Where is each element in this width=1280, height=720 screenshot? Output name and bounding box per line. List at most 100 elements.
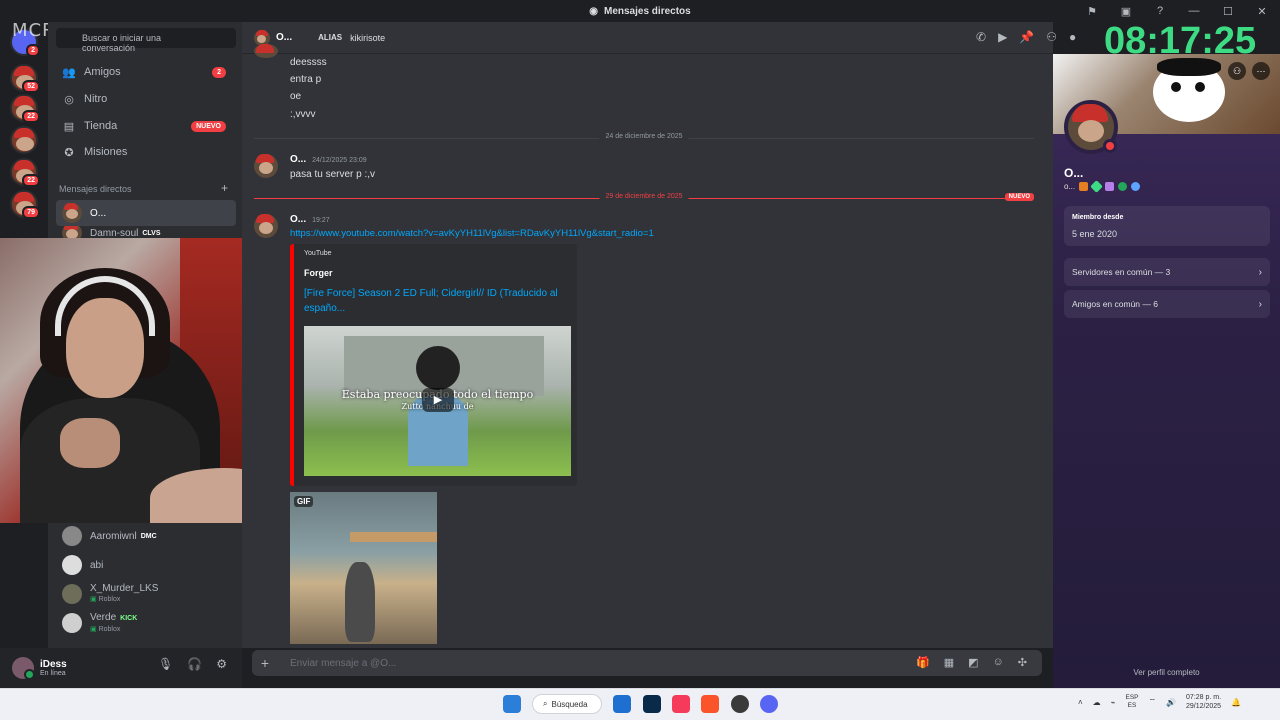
nav-shop[interactable]: ▤ Tienda NUEVO: [56, 114, 236, 138]
avatar[interactable]: [12, 657, 35, 680]
home-badge: 2: [26, 44, 40, 57]
cloud-icon[interactable]: ☁: [1093, 698, 1101, 707]
nav-friends-label: Amigos: [84, 66, 121, 78]
message-header: O... 24/12/2025 23:09: [290, 154, 367, 165]
microphone-icon[interactable]: 🎙: [158, 657, 173, 671]
create-dm-button[interactable]: +: [221, 181, 228, 195]
mutual-servers-row[interactable]: Servidores en común — 3 ›: [1064, 258, 1270, 286]
nav-nitro[interactable]: ◎ Nitro: [56, 87, 236, 111]
sticker-icon[interactable]: ◩: [968, 656, 978, 669]
minimize-button[interactable]: —: [1184, 5, 1204, 17]
emoji-icon[interactable]: ☺: [993, 656, 1004, 669]
brave-browser-icon[interactable]: [701, 695, 719, 713]
nav-quests[interactable]: ✪ Misiones: [56, 140, 236, 164]
badge-icon[interactable]: [1090, 180, 1103, 193]
avatar[interactable]: [254, 214, 278, 238]
network-icon[interactable]: ⌔: [1149, 697, 1157, 707]
search-input[interactable]: Buscar o iniciar una conversación: [56, 28, 236, 53]
window-controls: ⚑ ▣ ? — ☐ ✕: [1082, 0, 1280, 22]
taskbar-time: 07:28 p. m.: [1186, 694, 1222, 701]
date-divider-label: 29 de diciembre de 2025: [599, 193, 689, 200]
dm-activity: ▣ Roblox: [90, 625, 121, 633]
gif-image[interactable]: [290, 492, 437, 644]
photoshop-icon[interactable]: [643, 695, 661, 713]
play-icon[interactable]: ▶: [422, 388, 454, 412]
server-icon[interactable]: [10, 126, 38, 154]
add-friends-icon[interactable]: ⚇: [1046, 30, 1057, 44]
settings-icon[interactable]: ⚙: [216, 657, 227, 671]
notification-icon[interactable]: 🔔: [1231, 698, 1241, 707]
usb-icon[interactable]: ⌁: [1111, 698, 1116, 707]
taskbar-date: 29/12/2025: [1186, 703, 1222, 710]
attach-plus-icon[interactable]: +: [252, 655, 278, 671]
search-icon: ⌕: [543, 699, 548, 708]
message-link[interactable]: https://www.youtube.com/watch?v=avKyYH11…: [290, 228, 654, 239]
embed-provider[interactable]: YouTube: [304, 250, 332, 257]
gift-icon[interactable]: 🎁: [916, 656, 930, 669]
video-icon[interactable]: ▶: [998, 30, 1007, 44]
chevron-up-icon[interactable]: ˄: [1078, 698, 1083, 707]
server-icon[interactable]: 22: [10, 158, 40, 187]
language-indicator[interactable]: ESP ES: [1126, 694, 1139, 710]
chevron-right-icon: ›: [1258, 298, 1262, 310]
profile-toggle-icon[interactable]: ●: [1069, 30, 1076, 44]
nav-friends[interactable]: 👥 Amigos 2: [56, 60, 236, 84]
server-icon[interactable]: 52: [10, 64, 40, 93]
video-thumbnail[interactable]: Estaba preocupado todo el tiempo Zutto n…: [304, 326, 571, 476]
dm-item[interactable]: X_Murder_LKS ▣ Roblox: [56, 581, 236, 607]
view-full-profile-link[interactable]: Ver perfil completo: [1053, 668, 1280, 677]
music-icon[interactable]: [672, 695, 690, 713]
friends-badge: 2: [212, 66, 226, 78]
new-messages-divider: 29 de diciembre de 2025 NUEVO: [254, 193, 1034, 201]
mutual-friends-row[interactable]: Amigos en común — 6 ›: [1064, 290, 1270, 318]
message-timestamp: 24/12/2025 23:09: [312, 157, 367, 164]
nitro-icon: ◎: [64, 93, 74, 106]
inbox-icon[interactable]: ⚑: [1082, 5, 1102, 18]
gif-icon[interactable]: ▦: [944, 656, 954, 669]
date-divider-label: 24 de diciembre de 2025: [599, 133, 689, 140]
avatar: [62, 613, 82, 633]
badge-icon[interactable]: [1131, 182, 1141, 191]
monitor-icon[interactable]: ▣: [1116, 5, 1136, 18]
server-icon[interactable]: 79: [10, 190, 40, 219]
alias-label: ALIAS: [318, 33, 343, 42]
badge-icon[interactable]: [1105, 182, 1115, 191]
dm-name: X_Murder_LKS: [90, 583, 159, 594]
dm-tag: CLVS: [142, 229, 161, 237]
chat-header: O... ALIAS kikirisote: [242, 22, 1053, 54]
badge-icon[interactable]: [1118, 182, 1128, 191]
help-icon[interactable]: ?: [1150, 5, 1170, 17]
message-author[interactable]: O...: [290, 214, 306, 225]
embed-title[interactable]: [Fire Force] Season 2 ED Full; Cidergirl…: [304, 286, 574, 316]
close-button[interactable]: ✕: [1252, 5, 1272, 18]
pin-icon[interactable]: 📌: [1019, 30, 1034, 44]
add-friend-icon[interactable]: ⚇: [1228, 62, 1246, 80]
dm-item[interactable]: abi: [56, 552, 236, 578]
taskbar-search-label: Búsqueda: [551, 699, 588, 709]
avatar: [62, 584, 82, 604]
badge-icon[interactable]: [1079, 182, 1089, 191]
dm-item[interactable]: Aaromiwnl DMC: [56, 523, 236, 549]
apps-icon[interactable]: ✣: [1018, 656, 1027, 669]
obs-icon[interactable]: [731, 695, 749, 713]
discord-taskbar-icon[interactable]: [760, 695, 778, 713]
window-title: Mensajes directos: [604, 5, 691, 17]
dm-item[interactable]: Verde KICK ▣ Roblox: [56, 610, 236, 636]
dm-item[interactable]: O...: [56, 200, 236, 226]
more-icon[interactable]: ⋯: [1252, 62, 1270, 80]
clock-date[interactable]: 07:28 p. m. 29/12/2025: [1186, 693, 1221, 711]
embed-author[interactable]: Forger: [304, 268, 333, 278]
dm-tag: DMC: [140, 532, 157, 540]
file-explorer-icon[interactable]: [613, 695, 631, 713]
windows-start-icon[interactable]: [503, 695, 521, 713]
avatar[interactable]: [254, 154, 278, 178]
message-text: entra p: [290, 74, 322, 85]
taskbar-search[interactable]: ⌕ Búsqueda: [532, 694, 602, 714]
message-text: oe: [290, 91, 302, 102]
maximize-button[interactable]: ☐: [1218, 5, 1238, 18]
message-author[interactable]: O...: [290, 154, 306, 165]
phone-icon[interactable]: ✆: [976, 30, 986, 44]
headphones-icon[interactable]: 🎧: [187, 657, 202, 671]
volume-icon[interactable]: 🔊: [1166, 698, 1176, 707]
server-icon[interactable]: 22: [10, 94, 40, 123]
